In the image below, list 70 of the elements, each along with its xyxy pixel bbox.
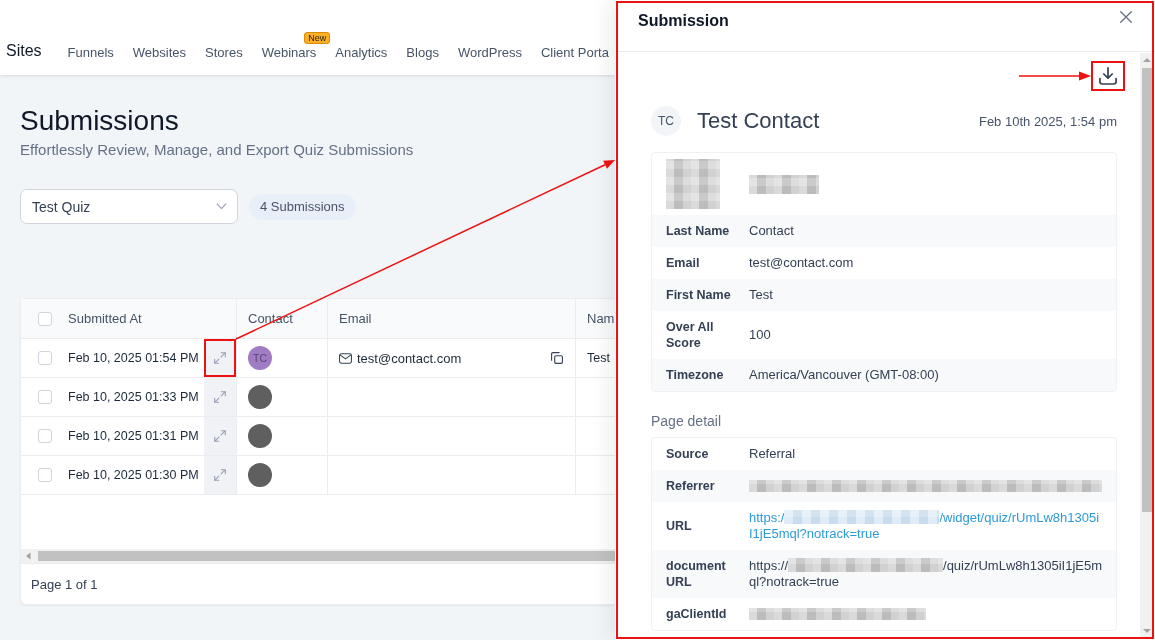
field-label: document URL — [665, 558, 727, 591]
avatar: TC — [651, 106, 681, 136]
field-value: https:// /quiz/rUmLw8h1305iI1jE5mql?notrack=true — [749, 557, 1103, 591]
nav-link[interactable]: Funnels — [67, 44, 114, 61]
field-value: Contact — [749, 222, 795, 240]
expand-icon — [214, 430, 226, 442]
column-header: Email — [327, 299, 575, 338]
drawer-title: Submission — [638, 11, 729, 31]
nav-link[interactable]: WordPress — [457, 44, 522, 61]
close-button[interactable] — [1120, 11, 1132, 23]
checkbox[interactable] — [38, 468, 52, 482]
field-value: Test — [749, 286, 774, 304]
field-label: gaClientId — [665, 606, 728, 623]
page-title: Submissions — [20, 104, 180, 138]
annotation-arrow — [1019, 71, 1091, 81]
expand-button[interactable] — [204, 378, 236, 416]
page-subtitle: Effortlessly Review, Manage, and Export Quiz Submissions — [20, 140, 415, 160]
expand-icon — [214, 469, 226, 481]
checkbox[interactable] — [38, 311, 52, 326]
field-label: Referrer — [665, 478, 716, 495]
table-cell-text: Feb 10, 2025 01:31 PM — [68, 428, 200, 445]
app-title: Sites — [6, 42, 42, 60]
field-label: URL — [665, 518, 693, 535]
field-label: Email — [665, 255, 701, 272]
blurred-text — [749, 174, 819, 194]
expand-button[interactable] — [204, 339, 236, 377]
field-label: Source — [665, 446, 710, 463]
expand-button[interactable] — [204, 456, 236, 494]
avatar: TC — [248, 346, 272, 370]
field-label: Last Name — [665, 223, 731, 240]
table-cell-text: Feb 10, 2025 01:33 PM — [68, 389, 200, 406]
mail-icon — [339, 352, 352, 364]
vertical-scrollbar[interactable] — [1140, 53, 1153, 637]
email-address: test@contact.com — [357, 350, 463, 366]
table-cell-text: Feb 10, 2025 01:30 PM — [68, 467, 200, 484]
chevron-down-icon — [216, 203, 227, 210]
horizontal-scrollbar[interactable] — [21, 549, 615, 563]
nav-link[interactable]: Blogs — [406, 44, 439, 61]
expand-icon — [214, 352, 226, 364]
submission-date: Feb 10th 2025, 1:54 pm — [978, 113, 1117, 129]
select-value: Test Quiz — [32, 198, 91, 215]
nav-link[interactable]: Client Porta — [540, 44, 609, 61]
field-value: America/Vancouver (GMT-08:00) — [749, 366, 940, 384]
checkbox[interactable] — [38, 351, 52, 365]
submission-count: 4 Submissions — [249, 193, 356, 220]
checkbox[interactable] — [38, 429, 52, 443]
download-icon — [1099, 67, 1117, 85]
nav-link[interactable]: Stores — [205, 44, 243, 61]
feature-badge: New — [304, 31, 331, 44]
field-value: test@contact.com — [749, 254, 855, 272]
section-title: Page detail — [651, 412, 723, 431]
nav-link[interactable]: Analytics — [335, 44, 388, 61]
checkbox[interactable] — [38, 390, 52, 404]
column-header: Submitted At — [68, 310, 143, 328]
field-value: 100 — [749, 326, 772, 344]
quiz-select[interactable]: Test Quiz — [20, 189, 238, 224]
blurred-text — [666, 159, 720, 209]
table-cell-text: Feb 10, 2025 01:54 PM — [68, 350, 200, 367]
field-label: Timezone — [665, 367, 725, 384]
expand-icon — [214, 391, 226, 403]
expand-button[interactable] — [204, 417, 236, 455]
nav-link[interactable]: Websites — [132, 44, 187, 61]
download-button[interactable] — [1091, 61, 1125, 91]
field-value: Referral — [749, 445, 797, 463]
contact-name: Test Contact — [697, 108, 821, 134]
field-label: Over All Score — [665, 319, 715, 352]
field-label: First Name — [665, 287, 732, 304]
pagination-text: Page 1 of 1 — [31, 576, 98, 592]
close-icon — [1120, 11, 1132, 23]
copy-icon[interactable] — [551, 352, 563, 364]
